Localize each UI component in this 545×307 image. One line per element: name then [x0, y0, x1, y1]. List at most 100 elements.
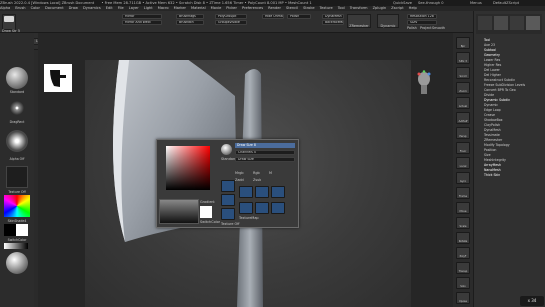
sdiv-slider[interactable]: SDiv [407, 20, 437, 25]
tool-item-freeze-subdivision-levels[interactable]: Freeze SubDivision Levels [474, 83, 544, 87]
zremesher-button[interactable]: ZRemesher [347, 14, 371, 28]
shelf-persp-button[interactable]: Persp [456, 127, 470, 139]
menu-color[interactable]: Color [31, 6, 40, 10]
popup-rotate-button[interactable] [271, 186, 285, 198]
popup-texture-off-label[interactable]: Texture Off [221, 222, 240, 226]
shelf-spix-3-button[interactable]: SPix 3 [456, 52, 470, 64]
popup-polyf-button[interactable] [239, 202, 253, 214]
section-nanomesh[interactable]: NanoMesh [474, 168, 544, 172]
mirror-button[interactable]: Mirror [122, 14, 162, 19]
dynamic-subdiv-section[interactable]: Dynamic Subdiv [474, 98, 544, 102]
hide-unmasked-button[interactable]: Hide Unmasked [262, 14, 284, 19]
popup-header-field[interactable]: Draw Size [235, 157, 295, 162]
menu-texture[interactable]: Texture [320, 6, 333, 10]
tool-palette-title[interactable]: Tool [474, 38, 544, 42]
shelf-scale-button[interactable]: Scale [456, 217, 470, 229]
tool-item-convert-bpr-to-geo[interactable]: Convert BPR To Geo [474, 88, 544, 92]
menu-alpha[interactable]: Alpha [0, 6, 10, 10]
tool-item-reconstruct-subdiv[interactable]: Reconstruct Subdiv [474, 78, 544, 82]
material-sphere[interactable] [6, 252, 28, 274]
brush-info-button[interactable]: BrushBtn [176, 20, 204, 25]
switchcolor-label[interactable]: SwitchColor [0, 238, 34, 242]
section-dynamic[interactable]: Dynamic [474, 103, 544, 107]
shelf-xpose-button[interactable]: Xpose [456, 292, 470, 304]
popup-draw-size-slider[interactable]: Draw Size 8 [235, 143, 295, 148]
stroke-selector[interactable] [6, 97, 28, 119]
gradient-swatch[interactable] [4, 243, 28, 249]
menu-file[interactable]: File [118, 6, 124, 10]
popup-mask-button[interactable] [221, 208, 235, 220]
brush-selector[interactable] [6, 67, 28, 89]
polish-toggle[interactable]: Polish [407, 26, 421, 30]
section-arraymesh[interactable]: ArrayMesh [474, 163, 544, 167]
menu-stencil[interactable]: Stencil [286, 6, 298, 10]
popup-brush-icon[interactable] [221, 144, 232, 155]
divide-button[interactable]: Divide [474, 93, 544, 97]
resolution-slider[interactable]: Resolution 128 [407, 14, 437, 19]
menu-dynamics[interactable]: Dynamics [83, 6, 101, 10]
popup-texturemap-label[interactable]: TextureMap [239, 216, 259, 220]
groups-visible-button[interactable]: GroupsVisible [215, 20, 247, 25]
shelf-frame-button[interactable]: Frame [456, 187, 470, 199]
current-tool-label[interactable]: Axe 23 [474, 43, 544, 47]
menu-brush[interactable]: Brush [15, 6, 25, 10]
backface-mask-button[interactable]: BackfaceMask [322, 20, 344, 25]
tool-thumb-1[interactable] [478, 16, 492, 30]
brushflags-button[interactable]: Brushflags [176, 14, 204, 19]
section-position[interactable]: Position [474, 148, 544, 152]
mirror-and-weld-button[interactable]: Mirror And Weld [122, 20, 162, 25]
menu-render[interactable]: Render [268, 6, 281, 10]
tool-thumb-2[interactable] [494, 16, 508, 30]
popup-move-button[interactable] [239, 186, 253, 198]
popup-rgb[interactable]: Rgb [253, 171, 260, 175]
shelf-scroll-button[interactable]: Scroll [456, 67, 470, 79]
section-shadowbox[interactable]: ShadowBox [474, 118, 544, 122]
menu-tool[interactable]: Tool [338, 6, 345, 10]
section-claypolish[interactable]: ClayPolish [474, 123, 544, 127]
value-square[interactable] [159, 199, 199, 224]
shelf-zoom-button[interactable]: Zoom [456, 82, 470, 94]
shelf-actual-button[interactable]: Actual [456, 97, 470, 109]
section-meshintegrity[interactable]: MeshIntegrity [474, 158, 544, 162]
polish-button[interactable]: Polish [287, 14, 311, 19]
dynamic-subdiv-button[interactable]: Dynamic [377, 14, 399, 28]
section-crease[interactable]: Crease [474, 113, 544, 117]
menu-transform[interactable]: Transform [350, 6, 368, 10]
popup-alpha-button[interactable] [221, 194, 235, 206]
shelf-rotate-button[interactable]: Rotate [456, 232, 470, 244]
color-picker-mini[interactable] [4, 195, 30, 217]
popup-secondary-swatch[interactable] [200, 206, 212, 218]
shelf-local-button[interactable]: Local [456, 157, 470, 169]
section-edge-loop[interactable]: Edge Loop [474, 108, 544, 112]
texture-selector[interactable] [6, 166, 28, 188]
menu-marker[interactable]: Marker [174, 6, 186, 10]
dynamesh-button[interactable]: DynaMesh [322, 14, 344, 19]
menu-document[interactable]: Document [45, 6, 64, 10]
section-modify-topology[interactable]: Modify Topology [474, 143, 544, 147]
polygroupit-button[interactable]: PolyGroupIt [215, 14, 247, 19]
popup-mrgb[interactable]: Mrgb [235, 171, 244, 175]
menu-stroke[interactable]: Stroke [303, 6, 314, 10]
shelf-transp-button[interactable]: Transp [456, 262, 470, 274]
tool-item-higher-res[interactable]: Higher Res [474, 63, 544, 67]
popup-zadd[interactable]: Zadd [235, 178, 244, 182]
section-size[interactable]: Size [474, 153, 544, 157]
color-square[interactable] [166, 146, 210, 190]
shelf-bpr-button[interactable]: Bpr [456, 37, 470, 49]
menu-edit[interactable]: Edit [106, 6, 113, 10]
popup-channels-slider[interactable]: Channels 4 [235, 150, 295, 155]
secondary-color-swatch[interactable] [16, 224, 28, 236]
tool-item-subtool[interactable]: Subtool [474, 48, 544, 52]
popup-zsub[interactable]: Zsub [253, 178, 261, 182]
section-zremesher[interactable]: ZRemesher [474, 138, 544, 142]
section-dynamesh[interactable]: DynaMesh [474, 128, 544, 132]
menu-preferences[interactable]: Preferences [242, 6, 263, 10]
tool-item-lower-res[interactable]: Lower Res [474, 58, 544, 62]
tool-item-del-higher[interactable]: Del Higher [474, 73, 544, 77]
popup-solo-button[interactable] [271, 202, 285, 214]
menu-help[interactable]: Help [409, 6, 417, 10]
menu-macro[interactable]: Macro [158, 6, 169, 10]
section-tessimate[interactable]: Tessimate [474, 133, 544, 137]
shelf-move-button[interactable]: Move [456, 202, 470, 214]
alpha-selector[interactable] [6, 130, 28, 152]
